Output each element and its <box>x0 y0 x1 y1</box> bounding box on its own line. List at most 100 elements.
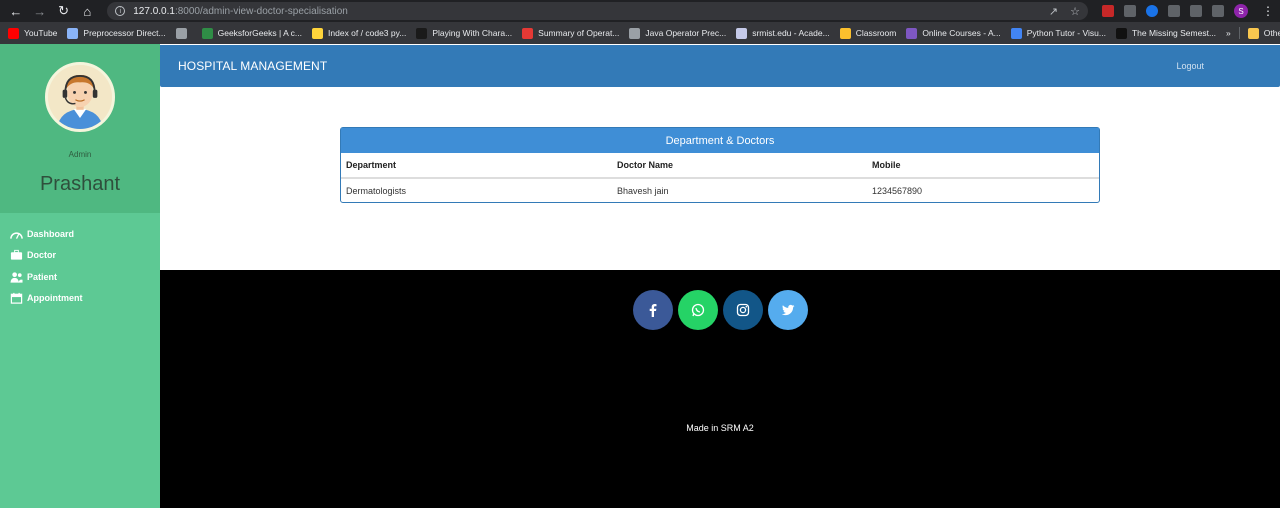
whatsapp-icon <box>691 303 704 317</box>
puzzle-icon[interactable] <box>1190 5 1203 17</box>
sidebar-item-label: Dashboard <box>27 228 75 239</box>
other-bookmarks-folder[interactable]: Other bookmarks <box>1247 27 1280 39</box>
bookmark-favicon-icon <box>1010 27 1022 39</box>
site-info-icon[interactable]: i <box>115 6 126 16</box>
bookmark-item[interactable]: Index of / code3 py... <box>312 27 407 39</box>
bookmark-favicon-icon <box>67 27 79 39</box>
bookmark-item[interactable]: Classroom <box>839 27 897 39</box>
bookmark-favicon-icon <box>312 27 324 39</box>
bookmark-item[interactable]: Summary of Operat... <box>522 27 620 39</box>
panel-title: Department & Doctors <box>341 128 1099 153</box>
bookmark-label: Summary of Operat... <box>538 28 620 38</box>
table-row: Dermatologists Bhavesh jain 1234567890 <box>341 178 1099 202</box>
bookmark-item[interactable]: Python Tutor - Visu... <box>1010 27 1106 39</box>
instagram-icon <box>736 303 749 317</box>
bookmark-label: The Missing Semest... <box>1131 28 1217 38</box>
side-panel-icon[interactable] <box>1212 5 1225 17</box>
cell-mobile: 1234567890 <box>872 185 923 196</box>
more-bookmarks-icon[interactable]: » <box>1226 28 1231 38</box>
users-icon <box>10 272 23 283</box>
bookmark-item[interactable]: Online Courses - A... <box>906 27 1001 39</box>
briefcase-icon <box>10 250 23 260</box>
facebook-icon <box>649 304 656 317</box>
column-header-mobile: Mobile <box>867 153 1099 179</box>
facebook-button[interactable] <box>632 290 673 330</box>
cell-doctor-name: Bhavesh jain <box>617 185 669 196</box>
bookmark-favicon-icon <box>839 27 851 39</box>
department-doctors-panel: Department & Doctors Department Doctor N… <box>340 127 1100 203</box>
bookmark-item[interactable]: YouTube <box>8 27 57 39</box>
forward-icon[interactable]: → <box>30 1 50 21</box>
sidebar-item-patient[interactable]: Patient <box>0 266 160 288</box>
app-title[interactable]: HOSPITAL MANAGEMENT <box>178 59 327 73</box>
bookmark-favicon-icon <box>1115 27 1127 39</box>
main-area: HOSPITAL MANAGEMENT Logout Department & … <box>160 44 1280 508</box>
made-in-text: Made in SRM A2 <box>686 423 754 433</box>
extension-icon[interactable] <box>1168 5 1181 17</box>
doctor-avatar-icon <box>48 65 112 129</box>
sidebar-item-dashboard[interactable]: Dashboard <box>0 223 160 245</box>
bookmark-favicon-icon <box>629 27 641 39</box>
sidebar-item-label: Patient <box>27 271 58 282</box>
social-links <box>632 290 808 330</box>
bookmark-favicon-icon <box>8 27 19 39</box>
column-header-department: Department <box>341 153 612 179</box>
table-header-row: Department Doctor Name Mobile <box>341 153 1099 179</box>
bookmark-label: Playing With Chara... <box>432 28 513 38</box>
menu-kebab-icon[interactable]: ⋮ <box>1262 4 1274 18</box>
bookmark-label: Online Courses - A... <box>922 28 1001 38</box>
pocket-extension-icon[interactable] <box>1102 5 1115 17</box>
calendar-icon <box>10 293 23 304</box>
bookmark-star-icon[interactable]: ☆ <box>1070 5 1080 18</box>
url-path: :8000/admin-view-doctor-specialisation <box>174 5 348 17</box>
bookmark-label: Python Tutor - Visu... <box>1026 28 1106 38</box>
sidebar-item-label: Doctor <box>27 250 56 261</box>
instagram-button[interactable] <box>722 290 763 330</box>
bookmark-item[interactable]: GeeksforGeeks | A c... <box>201 27 302 39</box>
address-bar[interactable]: i 127.0.0.1:8000/admin-view-doctor-speci… <box>107 2 1089 20</box>
bookmark-item[interactable]: Preprocessor Direct... <box>67 27 166 39</box>
bookmarks-bar: YouTube Preprocessor Direct... GeeksforGee… <box>0 22 1280 44</box>
navbar: HOSPITAL MANAGEMENT Logout <box>160 45 1280 87</box>
sidebar-item-doctor[interactable]: Doctor <box>0 245 160 267</box>
browser-toolbar: ← → ↻ ⌂ i 127.0.0.1:8000/admin-view-doct… <box>0 0 1280 22</box>
sidebar-item-appointment[interactable]: Appointment <box>0 288 160 310</box>
footer: Made in SRM A2 <box>160 270 1280 508</box>
back-icon[interactable]: ← <box>6 1 26 21</box>
cell-department: Dermatologists <box>346 185 407 196</box>
user-role: Admin <box>68 150 92 159</box>
extension-icon[interactable] <box>1124 5 1137 17</box>
bookmark-item[interactable]: srmist.edu - Acade... <box>736 27 830 39</box>
bookmark-item[interactable]: The Missing Semest... <box>1115 27 1217 39</box>
bookmark-label: Preprocessor Direct... <box>83 28 166 38</box>
bookmark-item[interactable]: Java Operator Prec... <box>629 27 727 39</box>
whatsapp-button[interactable] <box>677 290 718 330</box>
divider <box>1238 27 1240 39</box>
bookmark-label: Java Operator Prec... <box>645 28 727 38</box>
twitter-button[interactable] <box>767 290 808 330</box>
bookmark-item[interactable] <box>175 27 192 39</box>
bookmark-favicon-icon <box>736 27 748 39</box>
user-name: Prashant <box>39 173 121 195</box>
home-icon[interactable]: ⌂ <box>77 1 97 21</box>
bookmark-favicon-icon <box>906 27 918 39</box>
bookmark-favicon-icon <box>201 27 213 39</box>
extension-icon[interactable] <box>1146 5 1159 17</box>
bookmark-label: srmist.edu - Acade... <box>752 28 830 38</box>
url-host: 127.0.0.1 <box>133 5 175 17</box>
logout-link[interactable]: Logout <box>1176 61 1204 71</box>
column-header-doctor-name: Doctor Name <box>612 153 867 179</box>
bookmark-favicon-icon <box>175 27 187 39</box>
bookmark-label: Classroom <box>855 28 897 38</box>
bookmark-favicon-icon <box>416 27 428 39</box>
doctors-table: Department Doctor Name Mobile Dermatolog… <box>341 153 1099 202</box>
profile-avatar[interactable]: S <box>1234 4 1249 18</box>
bookmark-label: Index of / code3 py... <box>328 28 407 38</box>
reload-icon[interactable]: ↻ <box>54 1 74 21</box>
avatar <box>45 62 115 132</box>
bookmark-item[interactable]: Playing With Chara... <box>416 27 513 39</box>
content: Department & Doctors Department Doctor N… <box>160 87 1280 270</box>
folder-icon <box>1247 27 1259 39</box>
share-icon[interactable]: ↗ <box>1049 5 1058 18</box>
twitter-icon <box>781 304 794 316</box>
